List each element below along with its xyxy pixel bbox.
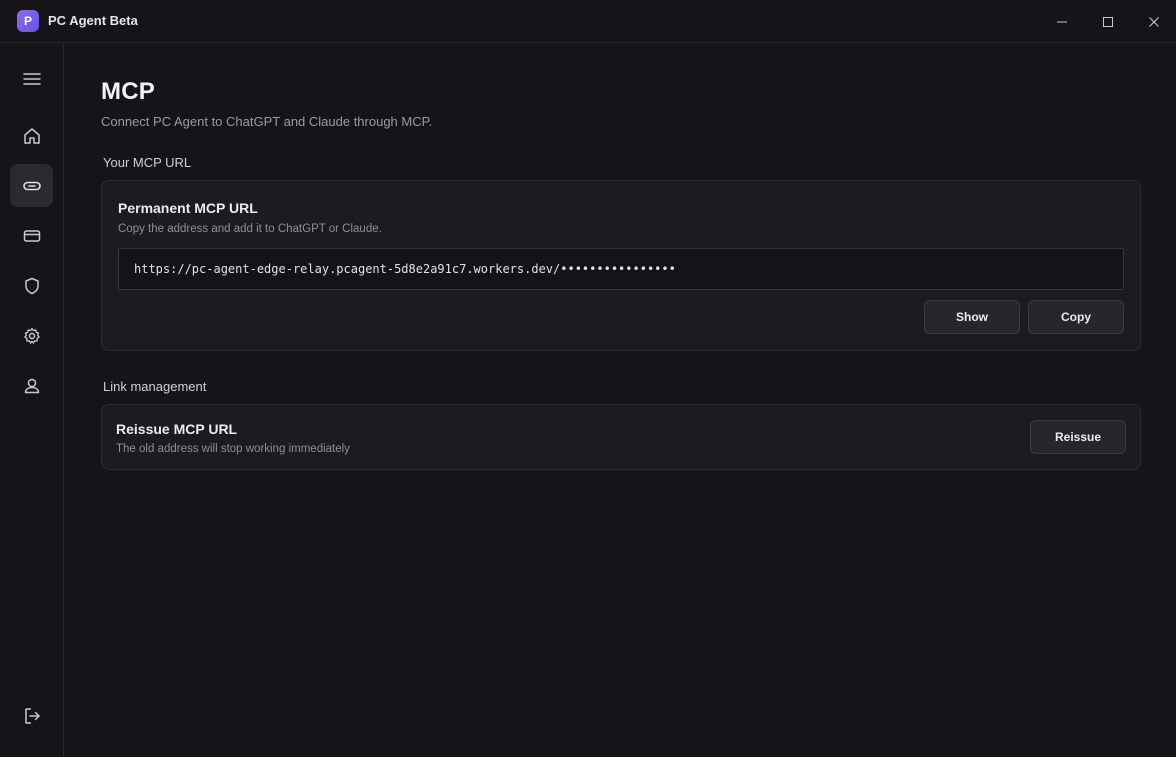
sidebar-item-billing[interactable] [10,214,53,257]
sidebar-item-home[interactable] [10,114,53,157]
logout-icon [24,707,40,724]
reissue-button[interactable]: Reissue [1030,420,1126,454]
show-button[interactable]: Show [924,300,1020,334]
sidebar-item-account[interactable] [10,364,53,407]
card-icon [23,229,40,242]
maximize-icon [1103,16,1113,27]
page-title: MCP [101,78,155,105]
app-window: P PC Agent Beta MCP Connect PC Agent to … [0,0,1176,757]
link-icon [22,181,41,190]
reissue-mcp-url-card: Reissue MCP URL The old address will sto… [101,404,1141,470]
sidebar-item-logout[interactable] [10,694,53,737]
user-icon [24,378,39,393]
card-title: Permanent MCP URL [118,200,258,216]
sidebar-item-security[interactable] [10,264,53,307]
sidebar-item-settings[interactable] [10,314,53,357]
minimize-button[interactable] [1039,0,1085,43]
sidebar-menu-toggle[interactable] [10,57,53,100]
app-logo: P [17,10,39,32]
gear-icon [23,327,40,344]
page-subtitle: Connect PC Agent to ChatGPT and Claude t… [101,114,433,129]
maximize-button[interactable] [1085,0,1131,43]
sidebar [0,43,64,757]
title-bar: P PC Agent Beta [0,0,1176,43]
close-button[interactable] [1131,0,1176,43]
main-content: MCP Connect PC Agent to ChatGPT and Clau… [65,44,1176,757]
minimize-icon [1057,21,1067,22]
menu-icon [22,72,41,85]
section-label-link-management: Link management [103,379,207,394]
mcp-url-field[interactable]: https://pc-agent-edge-relay.pcagent-5d8e… [118,248,1124,290]
close-icon [1149,16,1159,27]
section-label-mcp-url: Your MCP URL [103,155,192,170]
card-title: Reissue MCP URL [116,421,238,437]
shield-icon [24,277,39,294]
card-description: The old address will stop working immedi… [116,443,350,455]
copy-button[interactable]: Copy [1028,300,1124,334]
permanent-mcp-url-card: Permanent MCP URL Copy the address and a… [101,180,1141,351]
sidebar-item-mcp[interactable] [10,164,53,207]
app-title: PC Agent Beta [48,13,138,28]
card-description: Copy the address and add it to ChatGPT o… [118,223,382,235]
home-icon [23,127,40,144]
